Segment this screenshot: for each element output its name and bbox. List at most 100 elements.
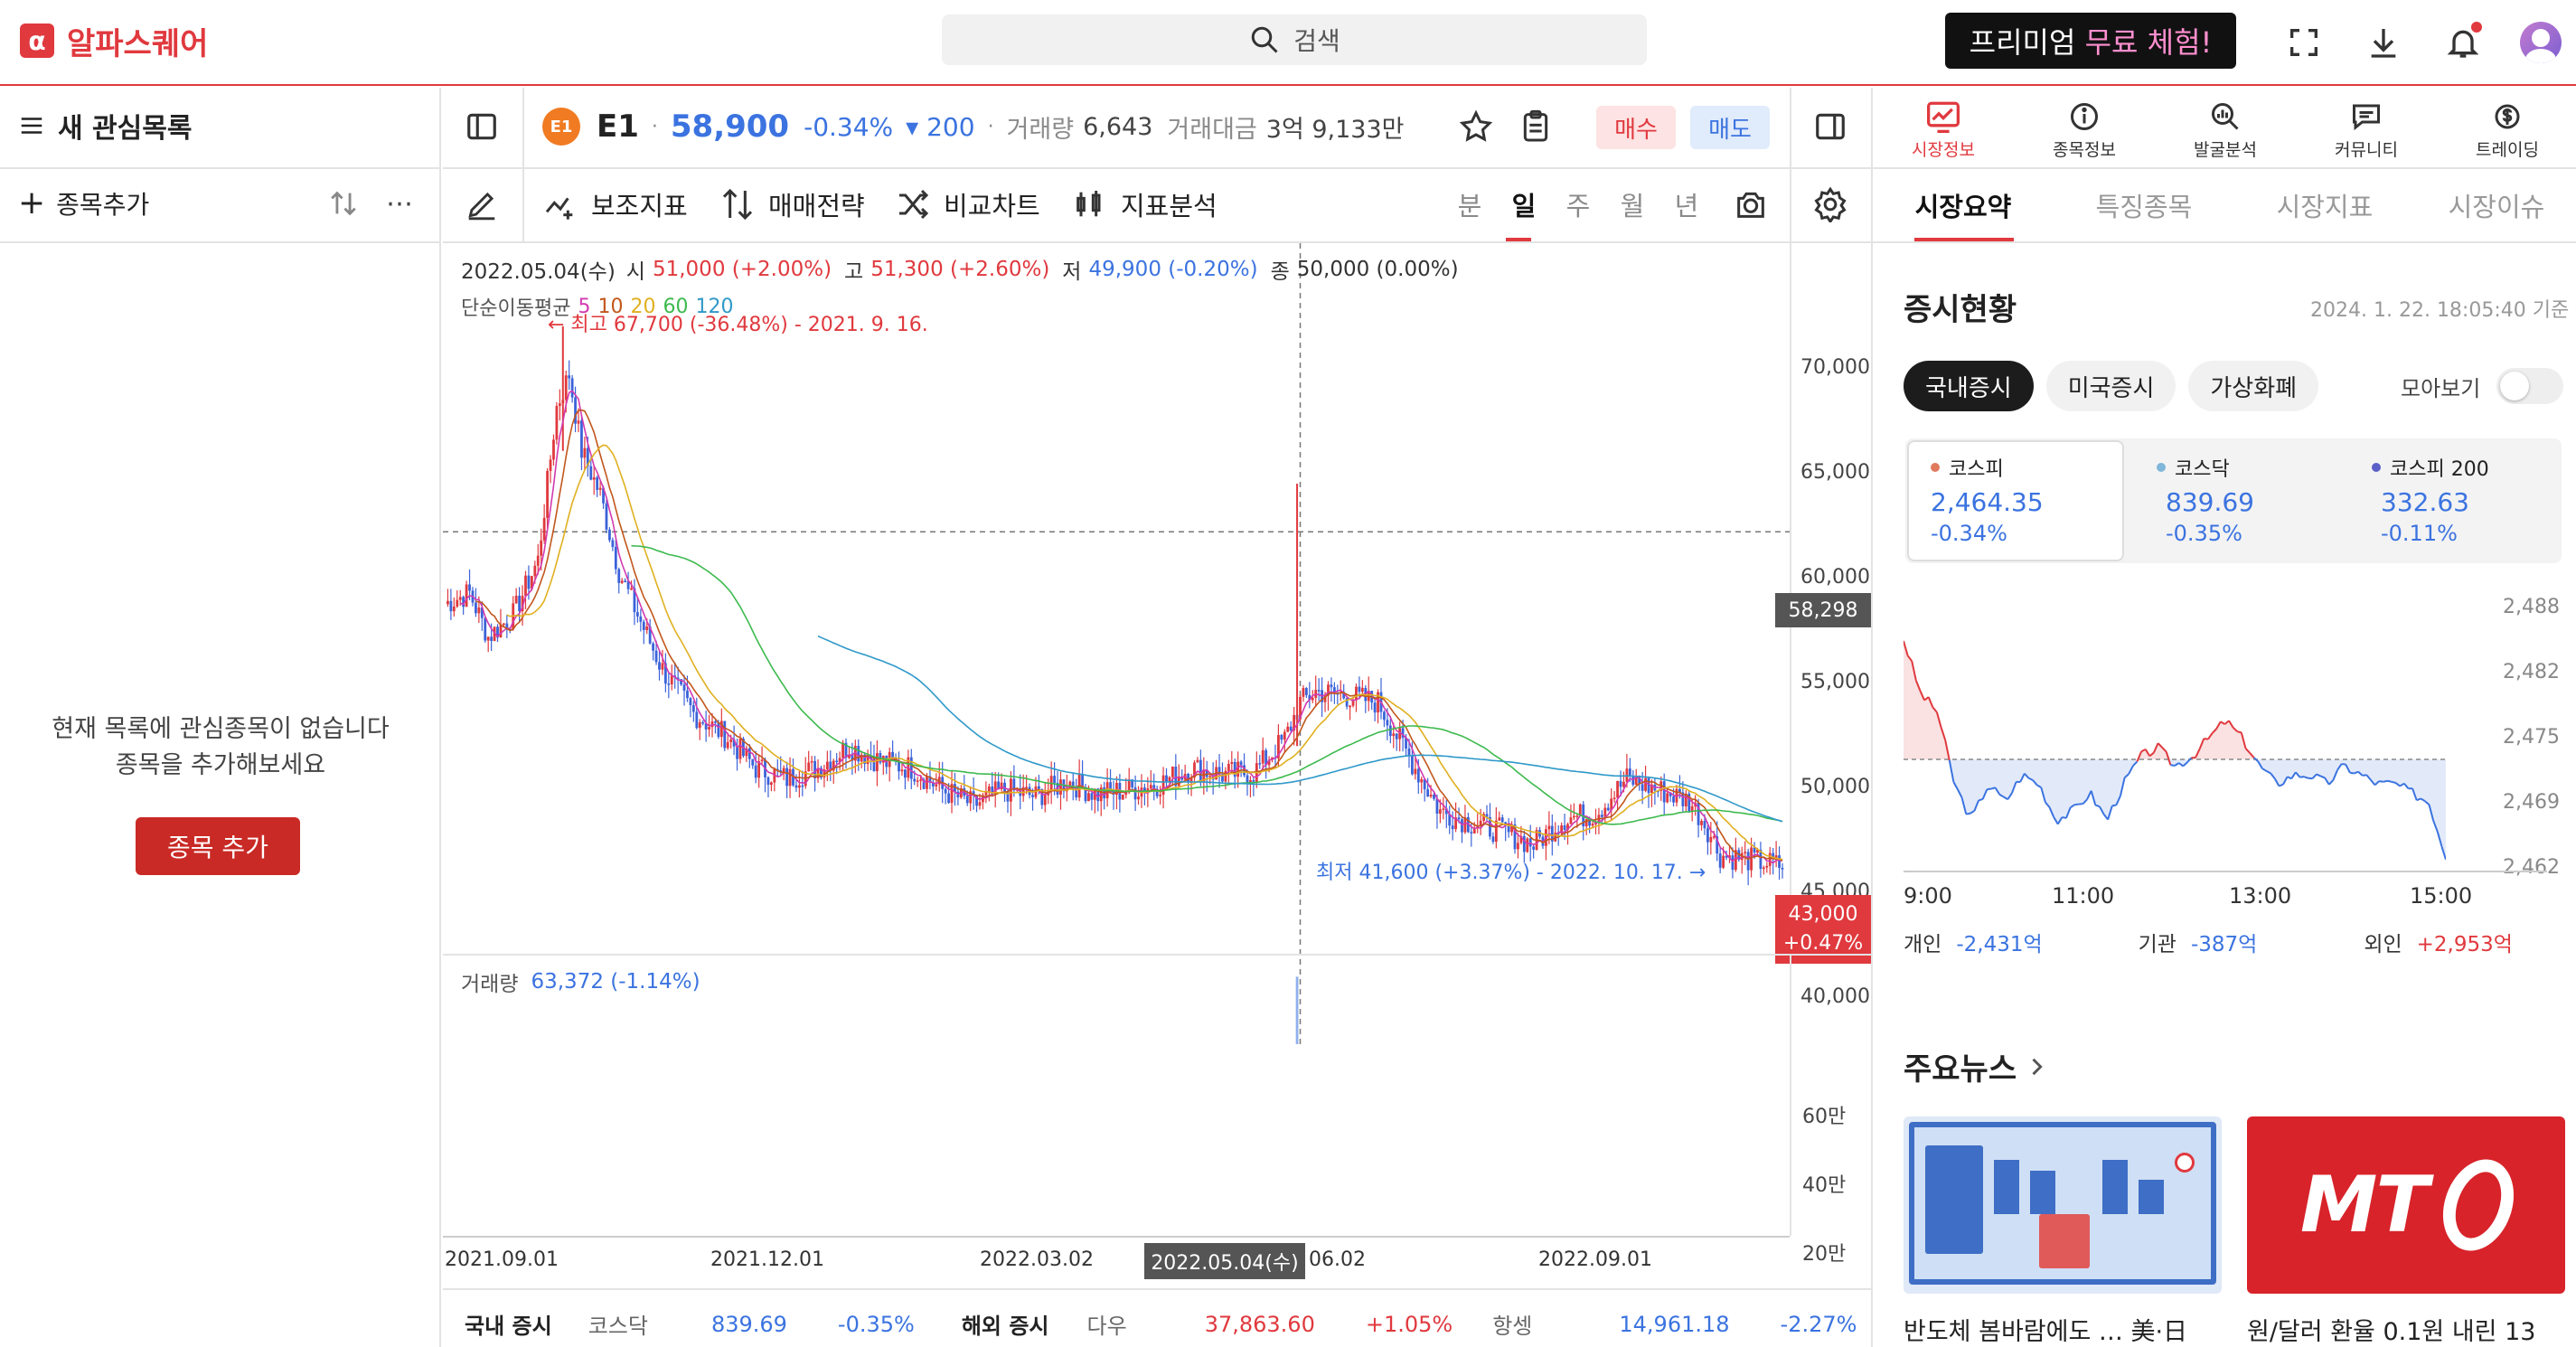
intraday-segment <box>2111 804 2117 807</box>
news-item-1[interactable]: 반도체 봄바람에도 … 美·日 <box>1904 1116 2222 1347</box>
candle-body <box>1426 789 1430 797</box>
candle-body <box>1600 815 1603 817</box>
period-day[interactable]: 일 <box>1497 185 1551 223</box>
fullscreen-icon[interactable] <box>2281 20 2327 65</box>
candle-body <box>1461 819 1463 833</box>
tab-market-indicators[interactable]: 시장지표 <box>2234 186 2415 224</box>
index-card-kospi[interactable]: 코스피 2,464.35 -0.34% <box>1907 440 2124 561</box>
candle-body <box>1672 796 1675 803</box>
stock-summary: E1 E1 · 58,900 -0.34% ▾ 200 · 거래량 6,643 … <box>542 104 1405 149</box>
toggle-switch[interactable] <box>2496 368 2564 404</box>
empty-line-2: 종목을 추가해보세요 <box>115 751 326 779</box>
candle-body <box>686 690 689 699</box>
candle-body <box>1690 805 1694 812</box>
draw-pen-icon[interactable] <box>461 184 503 225</box>
candle-body <box>1286 726 1290 732</box>
strategy-button[interactable]: 매매전략 <box>719 184 865 225</box>
nav-trading[interactable]: 트레이딩 <box>2437 93 2576 167</box>
app-logo[interactable]: α 알파스퀘어 <box>20 18 208 63</box>
tab-featured-stocks[interactable]: 특징종목 <box>2054 186 2234 224</box>
analysis-label: 지표분석 <box>1121 191 1217 221</box>
candle-body <box>1778 855 1781 869</box>
nav-market-info[interactable]: 시장정보 <box>1873 93 2014 167</box>
segment-domestic[interactable]: 국내증시 <box>1904 361 2034 411</box>
tab-market-summary[interactable]: 시장요약 <box>1873 186 2054 224</box>
nav-discovery[interactable]: 발굴분석 <box>2155 93 2296 167</box>
overseas-label: 해외 증시 <box>961 1314 1049 1339</box>
candle-body <box>1641 784 1644 791</box>
candle-body <box>1043 795 1047 805</box>
menu-icon[interactable] <box>18 112 45 139</box>
period-minute[interactable]: 분 <box>1443 185 1497 223</box>
compare-button[interactable]: 비교차트 <box>895 184 1040 225</box>
segment-crypto[interactable]: 가상화폐 <box>2188 361 2319 411</box>
period-month[interactable]: 월 <box>1605 185 1659 223</box>
candle-body <box>1302 688 1305 697</box>
premium-trial-button[interactable]: 프리미엄 무료 체험! <box>1945 13 2236 69</box>
candle-body <box>1584 818 1588 827</box>
search-input[interactable]: 검색 <box>1293 22 1340 58</box>
sort-icon[interactable] <box>325 185 362 221</box>
index-card-kospi200[interactable]: 코스피 200 332.63 -0.11% <box>2359 440 2567 561</box>
download-icon[interactable] <box>2361 20 2406 65</box>
candle-body <box>1438 809 1442 815</box>
logo-icon: α <box>20 24 54 58</box>
settings-gear-icon[interactable] <box>1810 184 1851 225</box>
watchlist-header[interactable]: 새 관심목록 <box>18 106 192 146</box>
price-chart[interactable] <box>443 243 1871 1044</box>
index-card-kosdaq[interactable]: 코스닥 839.69 -0.35% <box>2144 440 2352 561</box>
candle-body <box>577 420 580 424</box>
candle-body <box>801 785 804 787</box>
avatar[interactable] <box>2520 22 2562 63</box>
candle-body <box>944 788 947 794</box>
news-item-2[interactable]: MT 원/달러 환율 0.1원 내린 13 <box>2247 1116 2576 1347</box>
kospi-intraday-chart[interactable] <box>1904 594 2446 883</box>
nav-community[interactable]: 커뮤니티 <box>2296 93 2437 167</box>
watchlist-panel: 새 관심목록 + 종목추가 ⋯ 현재 목록에 관심종목이 없습니다 종목을 추가… <box>0 88 441 1347</box>
candle-body <box>654 650 658 663</box>
candle-body <box>1420 779 1424 783</box>
magnify-chart-icon <box>2212 102 2239 130</box>
candle-body <box>1053 776 1057 784</box>
buy-button[interactable]: 매수 <box>1596 106 1676 149</box>
volume-label: 거래량 <box>1006 115 1075 144</box>
volume-bar <box>1295 976 1299 1044</box>
candle-body <box>1703 821 1706 829</box>
candle-body <box>1457 817 1461 820</box>
analysis-button[interactable]: 지표분석 <box>1072 184 1217 225</box>
search-bar[interactable]: 검색 <box>942 14 1647 65</box>
candle-body <box>1121 795 1124 800</box>
candle-body <box>965 796 969 804</box>
add-stock-label: 종목추가 <box>56 190 150 220</box>
notification-bell-icon[interactable] <box>2440 20 2486 65</box>
favorite-star-icon[interactable] <box>1455 106 1497 147</box>
more-icon[interactable]: ⋯ <box>380 185 419 221</box>
candle-body <box>458 597 462 600</box>
shuffle-icon <box>899 189 929 220</box>
candle-body <box>1304 688 1308 695</box>
candle-body <box>645 626 649 631</box>
period-week[interactable]: 주 <box>1551 185 1605 223</box>
ohlc-close: 50,000 (0.00%) <box>1296 258 1459 281</box>
candle-body <box>1507 825 1510 833</box>
candle-body <box>1706 828 1709 843</box>
sell-button[interactable]: 매도 <box>1690 106 1770 149</box>
add-stock-button[interactable]: 종목 추가 <box>136 817 300 875</box>
aggregate-toggle[interactable]: 모아보기 <box>2401 368 2564 404</box>
candle-body <box>1522 835 1526 852</box>
camera-icon[interactable] <box>1730 184 1772 225</box>
right-panel-toggle-icon[interactable] <box>1810 106 1851 147</box>
period-year[interactable]: 년 <box>1659 185 1714 223</box>
candle-body <box>592 477 596 480</box>
nav-stock-info[interactable]: 종목정보 <box>2014 93 2155 167</box>
add-stock-link[interactable]: + 종목추가 <box>18 184 149 223</box>
clipboard-icon[interactable] <box>1515 106 1556 147</box>
candle-body <box>813 760 816 778</box>
news-header[interactable]: 주요뉴스 <box>1904 1044 2049 1088</box>
candle-body <box>614 546 617 570</box>
segment-us[interactable]: 미국증시 <box>2045 361 2176 411</box>
sidebar-toggle-icon[interactable] <box>461 106 503 147</box>
indicator-button[interactable]: 보조지표 <box>542 184 688 225</box>
tab-market-issues[interactable]: 시장이슈 <box>2415 186 2576 224</box>
intraday-segment <box>1966 812 1971 815</box>
